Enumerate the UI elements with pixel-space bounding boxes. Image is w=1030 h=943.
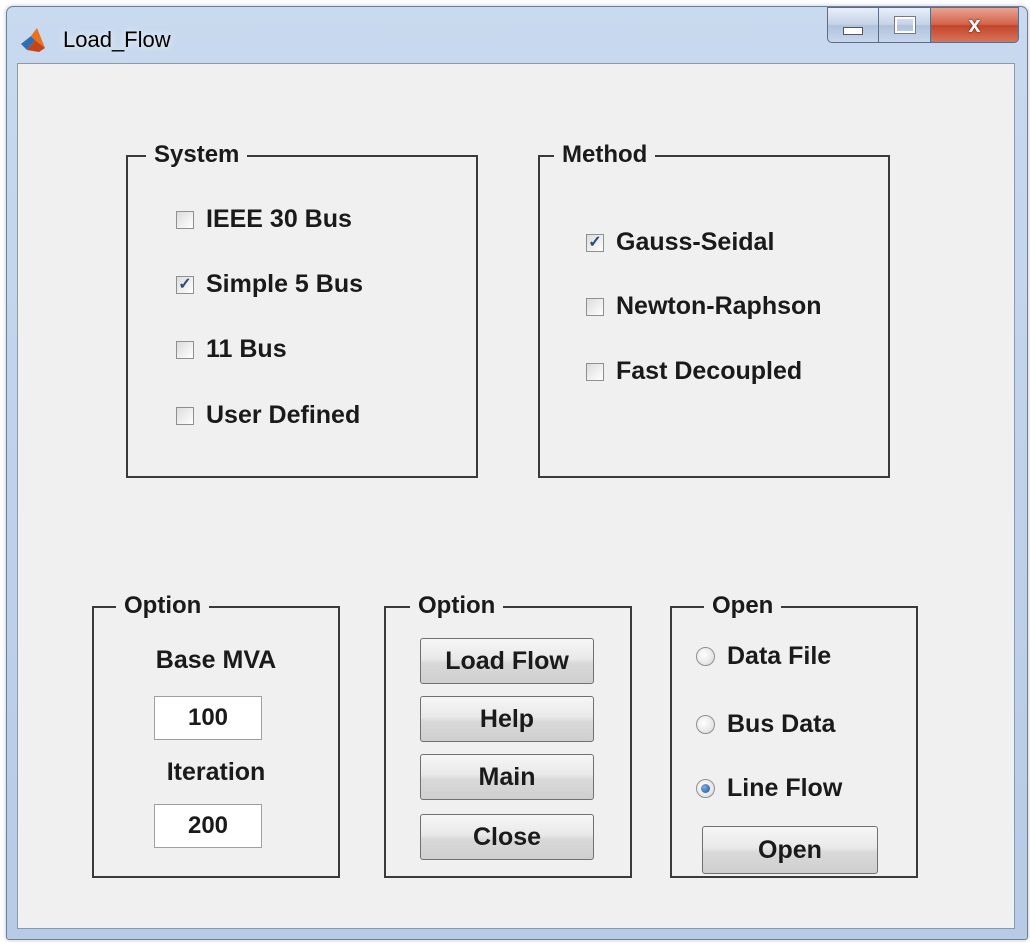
option-actions-panel: Option Load Flow Help Main Close: [384, 591, 632, 878]
radio-circle[interactable]: [696, 647, 715, 666]
title-bar[interactable]: Load_Flow x: [7, 7, 1027, 63]
checkmark-icon: ✓: [588, 233, 602, 251]
option-actions-title: Option: [410, 591, 504, 621]
radio-circle[interactable]: [696, 715, 715, 734]
iteration-label: Iteration: [166, 758, 266, 786]
load-flow-window: Load_Flow x System IEEE 30 Bus ✓ Simple …: [6, 6, 1028, 940]
system-panel-title: System: [146, 140, 248, 170]
close-window-button[interactable]: x: [931, 7, 1019, 43]
checkbox-box[interactable]: [586, 362, 604, 381]
checkbox-box[interactable]: [176, 210, 194, 229]
checkbox-gauss-seidal[interactable]: ✓ Gauss-Seidal: [586, 228, 774, 257]
help-button[interactable]: Help: [420, 696, 594, 742]
open-panel: Open Data File Bus Data Line Flow Open: [670, 591, 918, 878]
radio-label: Bus Data: [727, 710, 836, 738]
checkbox-box[interactable]: ✓: [176, 275, 194, 294]
radio-circle[interactable]: [696, 779, 715, 798]
radio-data-file[interactable]: Data File: [696, 642, 831, 671]
checkbox-newton-raphson[interactable]: Newton-Raphson: [586, 292, 822, 321]
client-area: System IEEE 30 Bus ✓ Simple 5 Bus 11 Bus…: [17, 63, 1015, 929]
window-title: Load_Flow: [63, 27, 171, 52]
checkbox-label: Simple 5 Bus: [206, 270, 363, 298]
method-panel-title: Method: [554, 140, 656, 170]
checkbox-11-bus[interactable]: 11 Bus: [176, 335, 287, 364]
checkbox-label: Fast Decoupled: [616, 357, 803, 385]
checkbox-ieee-30-bus[interactable]: IEEE 30 Bus: [176, 205, 352, 234]
checkmark-icon: ✓: [178, 275, 192, 293]
radio-label: Data File: [727, 642, 832, 670]
method-panel: Method ✓ Gauss-Seidal Newton-Raphson Fas…: [538, 140, 890, 478]
system-panel: System IEEE 30 Bus ✓ Simple 5 Bus 11 Bus…: [126, 140, 478, 478]
radio-bus-data[interactable]: Bus Data: [696, 710, 835, 739]
option-params-panel: Option Base MVA 100 Iteration 200: [92, 591, 340, 878]
checkbox-simple-5-bus[interactable]: ✓ Simple 5 Bus: [176, 270, 363, 299]
checkbox-label: Gauss-Seidal: [616, 228, 775, 256]
checkbox-box[interactable]: ✓: [586, 233, 604, 252]
load-flow-button[interactable]: Load Flow: [420, 638, 594, 684]
close-icon: x: [968, 12, 981, 37]
main-button[interactable]: Main: [420, 754, 594, 800]
radio-line-flow[interactable]: Line Flow: [696, 774, 842, 803]
checkbox-label: 11 Bus: [206, 335, 287, 363]
maximize-icon: [893, 16, 916, 34]
caption-buttons: x: [827, 7, 1019, 45]
minimize-button[interactable]: [827, 7, 879, 43]
option-params-title: Option: [116, 591, 210, 621]
checkbox-box[interactable]: [176, 406, 194, 425]
checkbox-box[interactable]: [586, 297, 604, 316]
radio-label: Line Flow: [727, 774, 843, 802]
base-mva-label: Base MVA: [155, 646, 277, 674]
base-mva-input[interactable]: 100: [154, 696, 262, 740]
matlab-icon: [21, 28, 45, 52]
checkbox-user-defined[interactable]: User Defined: [176, 401, 360, 430]
minimize-icon: [843, 27, 863, 35]
checkbox-box[interactable]: [176, 340, 194, 359]
iteration-input[interactable]: 200: [154, 804, 262, 848]
checkbox-label: IEEE 30 Bus: [206, 205, 352, 233]
radio-selected-dot: [701, 784, 710, 793]
close-button[interactable]: Close: [420, 814, 594, 860]
open-button[interactable]: Open: [702, 826, 878, 874]
open-panel-title: Open: [704, 591, 782, 621]
checkbox-label: User Defined: [206, 401, 361, 429]
checkbox-fast-decoupled[interactable]: Fast Decoupled: [586, 357, 802, 386]
checkbox-label: Newton-Raphson: [616, 292, 822, 320]
maximize-button[interactable]: [879, 7, 931, 43]
